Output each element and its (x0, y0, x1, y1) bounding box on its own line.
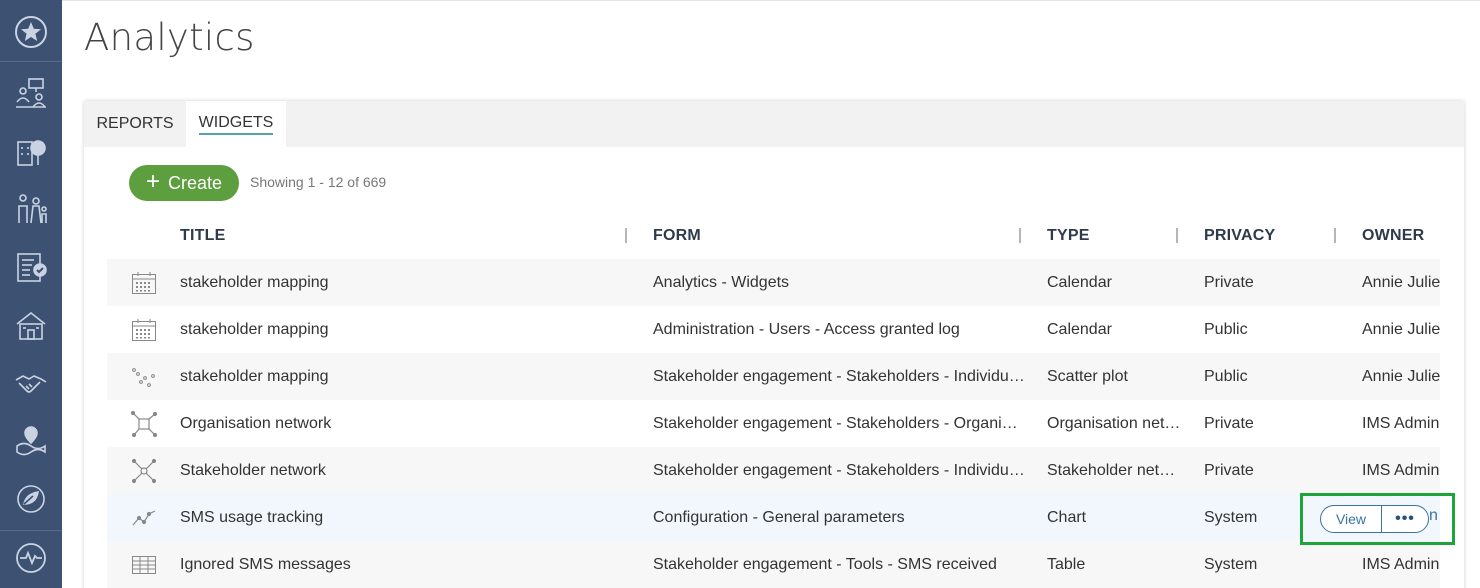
row-owner: IMS Admin (1362, 555, 1440, 573)
row-privacy: Public (1204, 367, 1248, 385)
sidebar-item-environment[interactable] (0, 470, 62, 528)
table-row[interactable]: Ignored SMS messages Stakeholder engagem… (107, 541, 1440, 588)
row-type: Chart (1047, 509, 1087, 526)
network-icon (129, 400, 159, 447)
column-resize-handle[interactable] (1176, 228, 1178, 243)
row-owner: Annie Julien (1362, 273, 1440, 291)
row-owner: IMS Admin (1362, 414, 1440, 432)
column-resize-handle[interactable] (1334, 228, 1336, 243)
sidebar-item-agreements[interactable] (0, 354, 62, 412)
table-row[interactable]: stakeholder mapping Stakeholder engageme… (107, 353, 1440, 400)
create-button[interactable]: + Create (129, 165, 239, 201)
top-divider (62, 0, 1480, 1)
row-privacy: Private (1204, 273, 1254, 291)
school-building-icon (16, 311, 46, 340)
checklist-icon (17, 253, 47, 282)
row-owner: Annie Julien (1362, 367, 1440, 385)
leaf-hand-icon (17, 485, 45, 513)
row-owner: IMS Admin (1362, 461, 1440, 479)
table-row[interactable]: stakeholder mapping Administration - Use… (107, 306, 1440, 353)
tab-reports-label: REPORTS (96, 115, 174, 132)
column-resize-handle[interactable] (1019, 228, 1021, 243)
column-resize-handle[interactable] (625, 228, 627, 243)
sidebar-item-locations[interactable] (0, 412, 62, 470)
calendar-icon (129, 259, 159, 306)
column-header-form[interactable]: FORM (653, 227, 701, 245)
table-row[interactable]: SMS usage tracking Configuration - Gener… (107, 494, 1440, 541)
column-header-title[interactable]: TITLE (180, 227, 225, 245)
row-type: Calendar (1047, 321, 1112, 338)
column-header-privacy[interactable]: PRIVACY (1204, 227, 1275, 245)
row-form: Administration - Users - Access granted … (653, 321, 960, 338)
handshake-icon (15, 375, 47, 393)
sidebar-item-facilities[interactable] (0, 296, 62, 354)
scatter-icon (129, 353, 159, 400)
row-title: stakeholder mapping (180, 273, 329, 291)
presentation-people-icon (16, 78, 46, 108)
row-form: Stakeholder engagement - Stakeholders - … (653, 462, 1025, 479)
row-type: Stakeholder netw… (1047, 462, 1181, 479)
tab-reports[interactable]: REPORTS (84, 101, 186, 147)
tab-widgets-label: WIDGETS (198, 114, 274, 135)
tab-bar: REPORTS WIDGETS (84, 101, 1464, 147)
row-privacy: Public (1204, 320, 1248, 338)
row-title: SMS usage tracking (180, 508, 324, 526)
sidebar-item-organisations[interactable] (0, 122, 62, 180)
sidebar-item-individuals[interactable] (0, 180, 62, 238)
sidebar (0, 0, 62, 588)
create-button-label: Create (167, 172, 223, 193)
pagination-summary: Showing 1 - 12 of 669 (250, 174, 387, 190)
page-title: Analytics (84, 16, 255, 59)
widgets-panel: REPORTS WIDGETS + Create Showing 1 - 12 … (84, 101, 1464, 588)
row-form: Stakeholder engagement - Tools - SMS rec… (653, 556, 997, 573)
row-form: Configuration - General parameters (653, 509, 905, 526)
row-type: Table (1047, 556, 1086, 573)
row-privacy: System (1204, 555, 1258, 573)
network-icon (129, 447, 159, 494)
building-tree-icon (17, 140, 46, 166)
column-header-owner[interactable]: OWNER (1362, 227, 1424, 245)
calendar-icon (129, 306, 159, 353)
pulse-icon (16, 543, 46, 573)
map-pin-icon (16, 426, 46, 456)
row-title: Ignored SMS messages (180, 555, 351, 573)
table-row[interactable]: stakeholder mapping Analytics - Widgets … (107, 259, 1440, 306)
plus-icon: + (145, 168, 160, 195)
table-row[interactable]: Stakeholder network Stakeholder engageme… (107, 447, 1440, 494)
line-chart-icon (129, 494, 159, 541)
row-title: Organisation network (180, 414, 332, 432)
row-type: Scatter plot (1047, 368, 1128, 385)
tab-widgets[interactable]: WIDGETS (186, 101, 286, 147)
sidebar-item-favorites[interactable] (0, 3, 62, 61)
row-title: stakeholder mapping (180, 367, 329, 385)
highlight-box (1300, 493, 1455, 545)
star-circle-icon (15, 16, 47, 48)
row-form: Stakeholder engagement - Stakeholders - … (653, 368, 1025, 385)
widgets-table: stakeholder mapping Analytics - Widgets … (107, 259, 1440, 588)
row-owner: Annie Julien (1362, 320, 1440, 338)
row-privacy: Private (1204, 461, 1254, 479)
column-header-type[interactable]: TYPE (1047, 227, 1090, 245)
row-privacy: Private (1204, 414, 1254, 432)
sidebar-item-engagement[interactable] (0, 64, 62, 122)
sidebar-item-tasks[interactable] (0, 238, 62, 296)
row-type: Calendar (1047, 274, 1112, 291)
table-row[interactable]: Organisation network Stakeholder engagem… (107, 400, 1440, 447)
row-type: Organisation net… (1047, 415, 1181, 432)
sidebar-divider (0, 61, 62, 62)
row-form: Analytics - Widgets (653, 274, 790, 291)
table-icon (129, 541, 159, 588)
row-title: Stakeholder network (180, 461, 326, 479)
family-icon (18, 194, 47, 224)
sidebar-item-monitoring[interactable] (0, 529, 62, 587)
row-title: stakeholder mapping (180, 320, 329, 338)
row-form: Stakeholder engagement - Stakeholders - … (653, 415, 1025, 432)
